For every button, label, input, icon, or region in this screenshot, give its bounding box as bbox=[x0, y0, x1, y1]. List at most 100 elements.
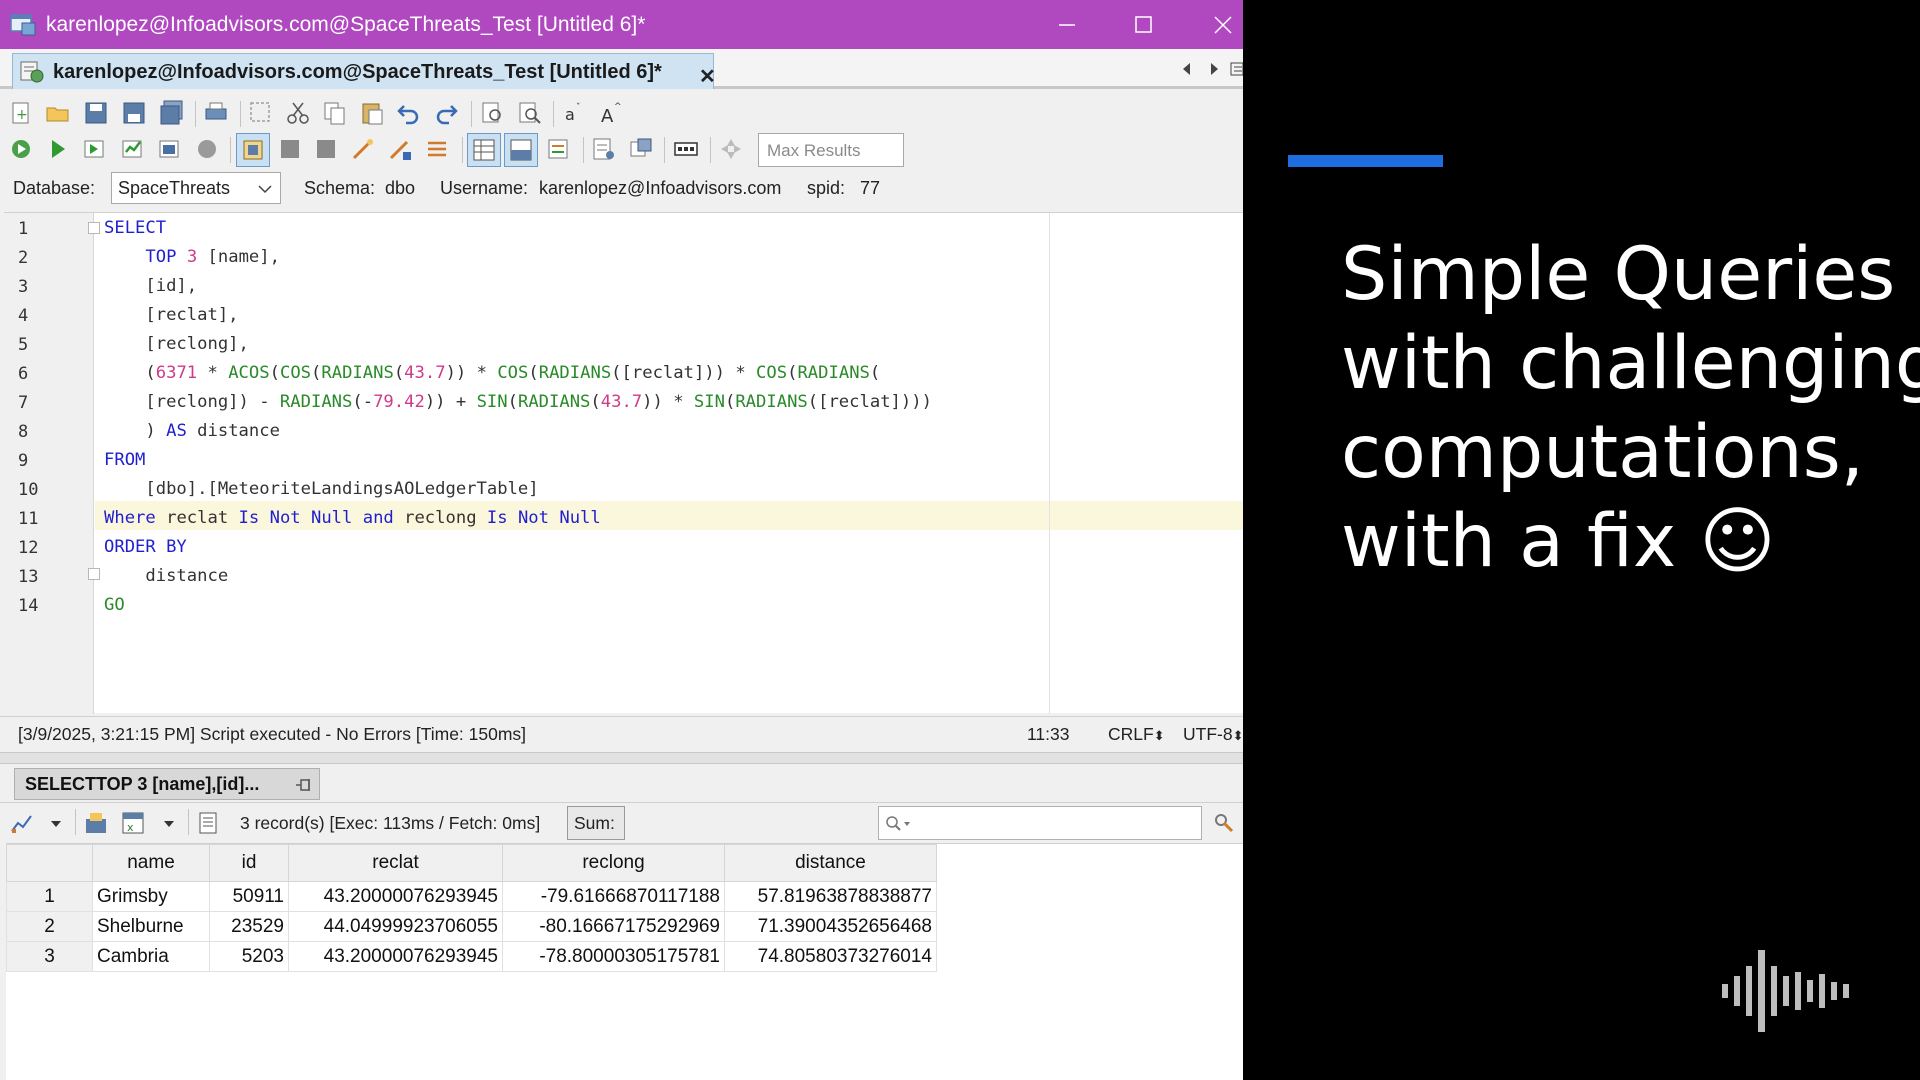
tab-list-icon[interactable] bbox=[1230, 61, 1243, 77]
tab-scroll-right-icon[interactable] bbox=[1207, 61, 1221, 77]
document-tab[interactable]: karenlopez@Infoadvisors.com@SpaceThreats… bbox=[12, 53, 716, 89]
table-row[interactable]: 2 Shelburne 23529 44.04999923706055 -80.1666… bbox=[6, 911, 937, 942]
close-window-button[interactable] bbox=[1191, 0, 1243, 49]
cell-id[interactable]: 5203 bbox=[209, 941, 289, 972]
sql-editor[interactable]: 1 2 3 4 5 6 7 8 9 10 11 12 13 14 SELECT TOP 3 [name],… bbox=[4, 212, 1243, 714]
column-header-distance[interactable]: distance bbox=[724, 844, 937, 882]
comment-icon[interactable] bbox=[424, 136, 450, 162]
undo-icon[interactable] bbox=[396, 100, 422, 126]
code-token: [reclat], bbox=[104, 305, 239, 325]
chevron-down-icon[interactable] bbox=[51, 821, 61, 827]
increase-font-icon[interactable]: A ^ bbox=[599, 100, 625, 126]
cell-name[interactable]: Cambria bbox=[92, 941, 210, 972]
column-header-name[interactable]: name bbox=[92, 844, 210, 882]
row-number[interactable]: 3 bbox=[6, 941, 93, 972]
fold-end-icon[interactable] bbox=[88, 568, 100, 580]
record-view-icon[interactable] bbox=[197, 811, 221, 835]
paste-icon[interactable] bbox=[359, 100, 385, 126]
cell-distance[interactable]: 57.81963878838877 bbox=[724, 881, 937, 912]
chevron-down-icon[interactable] bbox=[164, 821, 174, 827]
rollback-icon[interactable] bbox=[313, 136, 339, 162]
tab-close-icon[interactable]: ✕ bbox=[699, 64, 716, 89]
cell-reclong[interactable]: -78.80000305175781 bbox=[502, 941, 725, 972]
export-icon[interactable] bbox=[84, 811, 108, 835]
table-row[interactable]: 3 Cambria 5203 43.20000076293945 -78.8000030… bbox=[6, 941, 937, 972]
max-results-input[interactable]: Max Results bbox=[758, 133, 904, 167]
pin-icon[interactable] bbox=[295, 777, 313, 793]
results-tab[interactable]: SELECTTOP 3 [name],[id]... bbox=[14, 768, 320, 800]
panel-splitter[interactable] bbox=[0, 752, 1243, 764]
code-token: ([reclat])) * bbox=[611, 363, 757, 383]
record-count: 3 record(s) [Exec: 113ms / Fetch: 0ms] bbox=[240, 813, 541, 833]
commit-icon[interactable] bbox=[277, 136, 303, 162]
execute-explain-icon[interactable] bbox=[120, 136, 146, 162]
spid-value: 77 bbox=[860, 178, 881, 198]
cell-reclat[interactable]: 44.04999923706055 bbox=[288, 911, 503, 942]
maximize-button[interactable] bbox=[1111, 0, 1175, 49]
object-browser-icon[interactable] bbox=[628, 136, 654, 162]
execute-icon[interactable] bbox=[45, 136, 71, 162]
table-row[interactable]: 1 Grimsby 50911 43.20000076293945 -79.616668… bbox=[6, 881, 937, 912]
cut-icon[interactable] bbox=[285, 100, 311, 126]
execute-batch-icon[interactable] bbox=[157, 136, 183, 162]
replace-icon[interactable] bbox=[517, 100, 543, 126]
sum-button[interactable]: Sum: bbox=[567, 806, 625, 840]
cell-reclong[interactable]: -79.61666870117188 bbox=[502, 881, 725, 912]
navigate-icon[interactable] bbox=[718, 136, 744, 162]
cell-distance[interactable]: 74.80580373276014 bbox=[724, 941, 937, 972]
variables-icon[interactable] bbox=[673, 136, 699, 162]
cell-reclat[interactable]: 43.20000076293945 bbox=[288, 881, 503, 912]
print-icon[interactable] bbox=[203, 100, 229, 126]
format-sql-icon[interactable] bbox=[350, 136, 376, 162]
decrease-font-icon[interactable]: aˇ bbox=[562, 100, 588, 126]
tab-scroll-left-icon[interactable] bbox=[1180, 61, 1194, 77]
column-header-reclat[interactable]: reclat bbox=[288, 844, 503, 882]
row-number[interactable]: 2 bbox=[6, 911, 93, 942]
save-as-icon[interactable] bbox=[121, 100, 147, 126]
database-select[interactable]: SpaceThreats bbox=[111, 172, 281, 204]
new-file-icon[interactable]: + bbox=[8, 100, 34, 126]
cell-reclat[interactable]: 43.20000076293945 bbox=[288, 941, 503, 972]
updown-icon: ⬍ bbox=[1232, 728, 1243, 743]
save-icon[interactable] bbox=[83, 100, 109, 126]
cell-distance[interactable]: 71.39004352656468 bbox=[724, 911, 937, 942]
excel-export-icon[interactable]: x bbox=[121, 811, 145, 835]
results-grid[interactable]: name id reclat reclong distance 1 Grimsby… bbox=[6, 843, 1243, 1080]
results-grid-toggle[interactable] bbox=[467, 133, 501, 167]
redo-icon[interactable] bbox=[433, 100, 459, 126]
history-icon[interactable] bbox=[546, 136, 572, 162]
execute-all-icon[interactable] bbox=[8, 136, 34, 162]
copy-icon[interactable] bbox=[322, 100, 348, 126]
open-folder-icon[interactable] bbox=[45, 100, 71, 126]
minimize-button[interactable] bbox=[1035, 0, 1099, 49]
column-header-id[interactable]: id bbox=[209, 844, 289, 882]
results-panel-toggle[interactable] bbox=[504, 133, 538, 167]
code-token: )) + bbox=[424, 392, 477, 412]
row-number[interactable]: 1 bbox=[6, 881, 93, 912]
auto-commit-toggle[interactable] bbox=[236, 133, 270, 167]
line-number: 10 bbox=[18, 480, 39, 500]
encoding-select[interactable]: UTF-8⬍ bbox=[1183, 724, 1243, 745]
format-selection-icon[interactable] bbox=[387, 136, 413, 162]
column-header-reclong[interactable]: reclong bbox=[502, 844, 725, 882]
cell-name[interactable]: Grimsby bbox=[92, 881, 210, 912]
cell-reclong[interactable]: -80.16667175292969 bbox=[502, 911, 725, 942]
results-search-input[interactable] bbox=[878, 806, 1202, 840]
row-number-header[interactable] bbox=[6, 844, 93, 882]
execute-current-icon[interactable] bbox=[82, 136, 108, 162]
title-bar[interactable]: karenlopez@Infoadvisors.com@SpaceThreats… bbox=[0, 0, 1243, 49]
line-ending-select[interactable]: CRLF⬍ bbox=[1108, 724, 1165, 745]
save-all-icon[interactable] bbox=[159, 100, 185, 126]
cell-id[interactable]: 23529 bbox=[209, 911, 289, 942]
chart-icon[interactable] bbox=[10, 811, 34, 835]
cell-name[interactable]: Shelburne bbox=[92, 911, 210, 942]
fold-icon[interactable] bbox=[88, 222, 100, 234]
filter-settings-icon[interactable] bbox=[1212, 811, 1236, 835]
code-line: [reclat], bbox=[104, 301, 239, 330]
cell-id[interactable]: 50911 bbox=[209, 881, 289, 912]
stop-icon[interactable] bbox=[194, 136, 220, 162]
select-icon[interactable] bbox=[248, 100, 274, 126]
find-icon[interactable] bbox=[480, 100, 506, 126]
describe-icon[interactable] bbox=[591, 136, 617, 162]
